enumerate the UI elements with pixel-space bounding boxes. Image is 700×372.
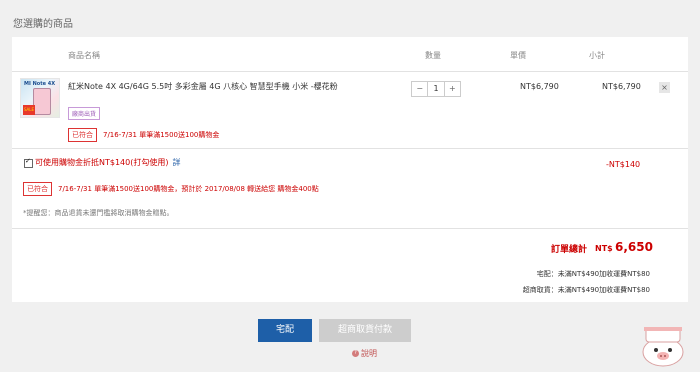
store-pickup-fee: 超商取貨：未滿NT$490加收運費NT$80: [522, 286, 650, 294]
order-total-currency: NT$: [595, 244, 613, 253]
vendor-ship-tag: 廠商出貨: [68, 107, 101, 120]
thumb-brand-text: MI Note 4X: [24, 81, 56, 87]
qty-plus-button[interactable]: +: [445, 82, 460, 96]
promo-qualified-tag: 已符合: [68, 128, 97, 142]
header-name: 商品名稱: [68, 51, 100, 60]
divider: [12, 228, 688, 229]
product-thumbnail[interactable]: MI Note 4X SALE: [20, 78, 60, 118]
order-total-value: 6,650: [615, 240, 653, 254]
use-credit-checkbox[interactable]: [24, 157, 33, 168]
divider: [12, 71, 688, 72]
help-icon: ?: [352, 350, 359, 357]
credit-discount: -NT$140: [606, 160, 641, 169]
header-price: 單價: [510, 51, 526, 60]
credit-row: 可使用購物金折抵NT$140(打勾使用) 詳: [35, 157, 180, 168]
section-title: 您選購的商品: [13, 19, 73, 30]
remove-item-icon[interactable]: ×: [659, 82, 670, 93]
divider: [12, 148, 688, 149]
cart-card: 商品名稱 數量 單價 小計 MI Note 4X SALE 紅米Note 4X …: [12, 37, 688, 302]
header-subtotal: 小計: [589, 51, 605, 60]
unit-price: NT$6,790: [520, 82, 559, 91]
reminder-note: *提醒您：商品退貨未還門檻將取消購物金贈點。: [23, 209, 174, 217]
qty-value[interactable]: 1: [427, 82, 445, 96]
subtotal-price: NT$6,790: [602, 82, 641, 91]
promo-text: 7/16-7/31 單筆滿1500送100購物金: [103, 131, 220, 139]
help-label: 說明: [361, 349, 377, 358]
quantity-stepper[interactable]: − 1 +: [411, 81, 461, 97]
pig-mascot-icon: [642, 327, 684, 367]
promo-text: 7/16-7/31 單筆滿1500送100購物金，預計於 2017/08/08 …: [58, 185, 319, 193]
qty-minus-button[interactable]: −: [412, 82, 427, 96]
credit-details-link[interactable]: 詳: [172, 158, 180, 167]
store-pickup-button: 超商取貨付款: [319, 319, 411, 342]
product-name[interactable]: 紅米Note 4X 4G/64G 5.5吋 多彩金屬 4G 八核心 智慧型手機 …: [68, 81, 338, 92]
header-qty: 數量: [425, 51, 441, 60]
credit-text: 可使用購物金折抵NT$140(打勾使用): [35, 158, 169, 167]
thumb-badge: SALE: [23, 105, 35, 115]
home-delivery-fee: 宅配：未滿NT$490加收運費NT$80: [536, 270, 650, 278]
help-link[interactable]: ? 說明: [352, 348, 377, 359]
promo-qualified-tag: 已符合: [23, 182, 52, 196]
phone-image: [33, 88, 51, 115]
order-total-label: 訂單總計: [551, 245, 588, 255]
home-delivery-button[interactable]: 宅配: [258, 319, 312, 342]
